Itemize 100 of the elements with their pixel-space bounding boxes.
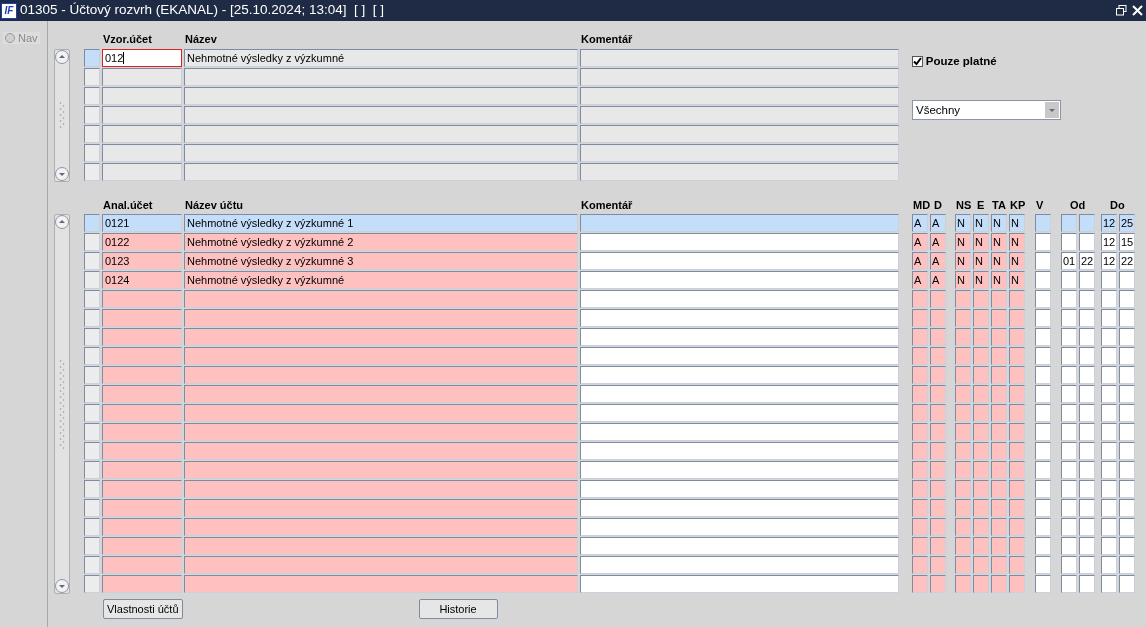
row-selector[interactable] — [84, 87, 100, 105]
input-field[interactable] — [912, 518, 928, 536]
input-field[interactable] — [955, 328, 971, 346]
input-field[interactable] — [1035, 366, 1051, 384]
input-field[interactable] — [102, 499, 182, 517]
input-field[interactable] — [1009, 366, 1025, 384]
input-field[interactable]: N — [991, 214, 1007, 232]
input-field[interactable] — [1101, 366, 1117, 384]
account-properties-button[interactable]: Vlastnosti účtů — [103, 599, 183, 619]
input-field[interactable] — [1061, 214, 1077, 232]
input-field[interactable] — [1079, 404, 1095, 422]
input-field[interactable]: 0121 — [102, 214, 182, 232]
input-field[interactable] — [912, 461, 928, 479]
row-selector[interactable] — [84, 556, 100, 574]
row-selector[interactable] — [84, 442, 100, 460]
input-field[interactable] — [1079, 290, 1095, 308]
input-field[interactable] — [973, 442, 989, 460]
input-field[interactable] — [102, 575, 182, 593]
input-field[interactable] — [1079, 499, 1095, 517]
input-field[interactable] — [580, 328, 899, 346]
input-field[interactable] — [1079, 328, 1095, 346]
input-field[interactable] — [930, 499, 946, 517]
input-field[interactable] — [1035, 385, 1051, 403]
input-field[interactable] — [991, 347, 1007, 365]
row-selector[interactable] — [84, 347, 100, 365]
input-field[interactable] — [973, 499, 989, 517]
input-field[interactable] — [1101, 461, 1117, 479]
row-selector[interactable] — [84, 271, 100, 289]
input-field[interactable] — [580, 68, 899, 86]
input-field[interactable] — [1101, 575, 1117, 593]
input-field[interactable] — [955, 290, 971, 308]
input-field[interactable] — [955, 366, 971, 384]
input-field[interactable]: 01 — [1061, 252, 1077, 270]
input-field[interactable]: 012 — [102, 49, 182, 67]
input-field[interactable] — [955, 461, 971, 479]
input-field[interactable]: N — [991, 252, 1007, 270]
input-field[interactable]: N — [955, 252, 971, 270]
input-field[interactable] — [1061, 499, 1077, 517]
input-field[interactable] — [991, 328, 1007, 346]
input-field[interactable] — [1079, 518, 1095, 536]
input-field[interactable] — [1119, 556, 1135, 574]
input-field[interactable] — [1119, 366, 1135, 384]
row-selector[interactable] — [84, 106, 100, 124]
input-field[interactable] — [1061, 480, 1077, 498]
input-field[interactable] — [1079, 309, 1095, 327]
row-selector[interactable] — [84, 461, 100, 479]
input-field[interactable]: N — [973, 233, 989, 251]
input-field[interactable] — [580, 575, 899, 593]
input-field[interactable] — [1009, 518, 1025, 536]
input-field[interactable] — [184, 404, 578, 422]
row-selector[interactable] — [84, 518, 100, 536]
input-field[interactable] — [991, 423, 1007, 441]
input-field[interactable] — [1061, 423, 1077, 441]
input-field[interactable] — [930, 461, 946, 479]
checkbox[interactable] — [912, 56, 923, 68]
input-field[interactable] — [912, 556, 928, 574]
input-field[interactable] — [580, 125, 899, 143]
row-selector[interactable] — [84, 233, 100, 251]
input-field[interactable]: N — [1009, 214, 1025, 232]
input-field[interactable] — [1035, 499, 1051, 517]
input-field[interactable] — [955, 385, 971, 403]
input-field[interactable] — [1009, 309, 1025, 327]
input-field[interactable] — [580, 461, 899, 479]
input-field[interactable] — [1061, 575, 1077, 593]
input-field[interactable] — [973, 347, 989, 365]
input-field[interactable] — [1009, 385, 1025, 403]
input-field[interactable] — [102, 461, 182, 479]
input-field[interactable] — [184, 556, 578, 574]
input-field[interactable] — [184, 518, 578, 536]
input-field[interactable]: A — [912, 252, 928, 270]
input-field[interactable] — [1009, 423, 1025, 441]
row-selector[interactable] — [84, 366, 100, 384]
input-field[interactable] — [912, 499, 928, 517]
input-field[interactable] — [1061, 233, 1077, 251]
input-field[interactable] — [1061, 271, 1077, 289]
row-selector[interactable] — [84, 499, 100, 517]
input-field[interactable] — [991, 480, 1007, 498]
input-field[interactable] — [1079, 347, 1095, 365]
input-field[interactable] — [1119, 480, 1135, 498]
input-field[interactable] — [102, 106, 182, 124]
input-field[interactable] — [1035, 347, 1051, 365]
input-field[interactable] — [930, 575, 946, 593]
input-field[interactable] — [580, 309, 899, 327]
input-field[interactable]: 15 — [1119, 233, 1135, 251]
input-field[interactable] — [991, 309, 1007, 327]
input-field[interactable] — [991, 556, 1007, 574]
input-field[interactable] — [1119, 309, 1135, 327]
input-field[interactable] — [973, 404, 989, 422]
input-field[interactable] — [930, 328, 946, 346]
input-field[interactable] — [1101, 385, 1117, 403]
input-field[interactable] — [1101, 442, 1117, 460]
input-field[interactable] — [912, 442, 928, 460]
input-field[interactable] — [930, 518, 946, 536]
input-field[interactable] — [973, 575, 989, 593]
input-field[interactable] — [102, 125, 182, 143]
input-field[interactable] — [991, 442, 1007, 460]
input-field[interactable] — [991, 537, 1007, 555]
scrollbar[interactable] — [54, 49, 70, 182]
input-field[interactable] — [102, 404, 182, 422]
input-field[interactable] — [580, 518, 899, 536]
